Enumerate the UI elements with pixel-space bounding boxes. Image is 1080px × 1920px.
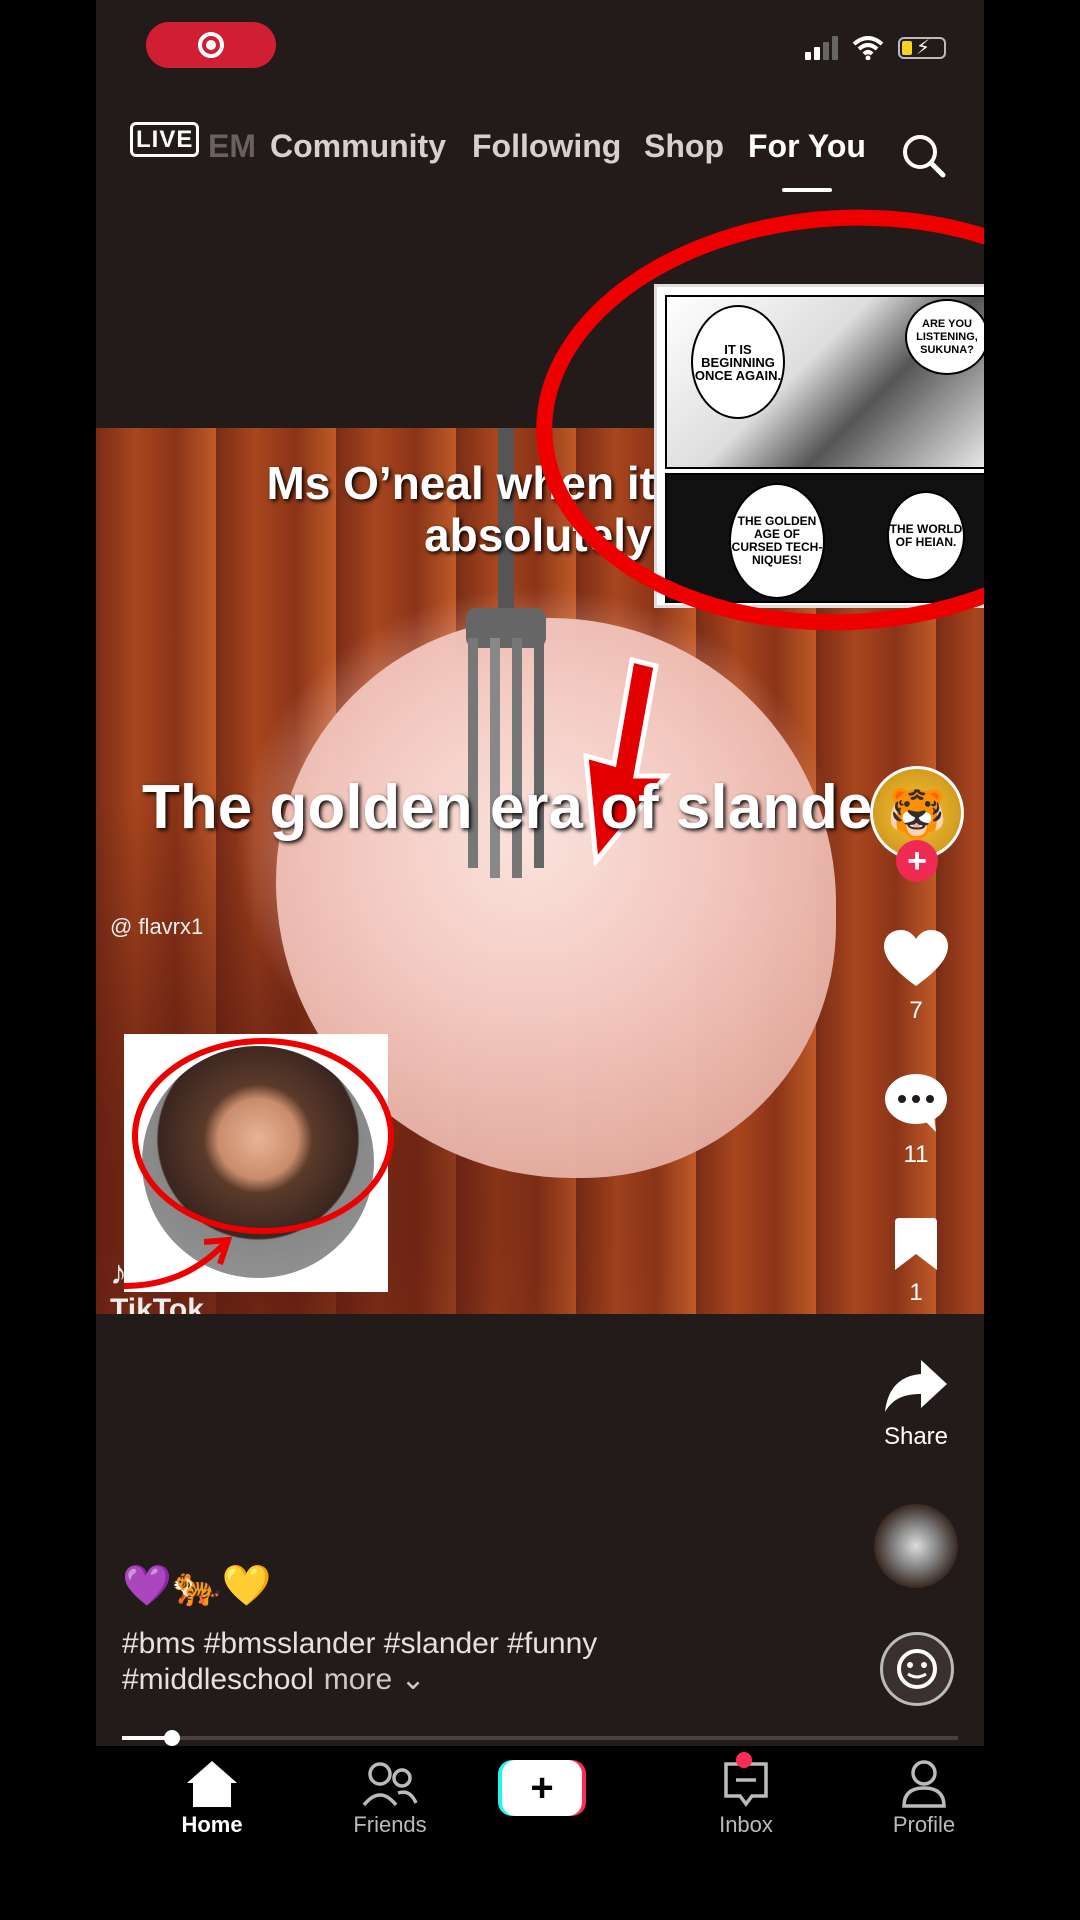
plus-icon: + (502, 1760, 582, 1816)
create-button[interactable]: + (498, 1760, 586, 1816)
red-circle-annotation (132, 1038, 394, 1234)
bottom-nav: Home Friends + Inbox Profile (96, 1746, 984, 1920)
nav-profile[interactable]: Profile (854, 1756, 984, 1838)
tiger-icon: 🐯 (887, 787, 947, 841)
nav-label: Profile (892, 1812, 956, 1837)
home-icon (187, 1761, 237, 1807)
notification-badge (736, 1752, 752, 1768)
live-button[interactable]: LIVE (130, 122, 200, 157)
nav-label: Inbox (719, 1812, 773, 1837)
share-button[interactable]: Share (856, 1360, 976, 1451)
bookmark-count: 1 (909, 1279, 923, 1306)
caption-hashtags[interactable]: #bms #bmsslander #slander #funny #middle… (122, 1626, 762, 1698)
like-button[interactable]: 7 (856, 930, 976, 1025)
tab-for-you[interactable]: For You (748, 128, 866, 165)
comment-icon (885, 1074, 947, 1132)
music-disc[interactable] (874, 1504, 958, 1588)
nav-friends[interactable]: Friends (320, 1756, 460, 1838)
screen-recording-indicator[interactable] (146, 22, 276, 68)
nav-inbox[interactable]: Inbox (676, 1756, 816, 1838)
tab-following[interactable]: Following (472, 128, 621, 165)
watermark-handle: @ flavrx1 (110, 914, 204, 939)
heart-icon (884, 930, 948, 986)
wifi-icon (852, 36, 884, 60)
caption-emojis: 💜🐅💛 (122, 1564, 272, 1608)
top-feed-tabs: LIVE EM Community Following Shop For You (96, 118, 984, 192)
friends-icon (362, 1762, 418, 1807)
share-label: Share (883, 1423, 949, 1450)
battery-icon: ⚡ (898, 37, 946, 59)
follow-button[interactable]: + (896, 840, 938, 882)
tab-shop[interactable]: Shop (644, 128, 724, 165)
active-tab-indicator (782, 188, 832, 192)
nav-home[interactable]: Home (142, 1756, 282, 1838)
progress-track[interactable] (122, 1736, 958, 1740)
tab-community[interactable]: Community (270, 128, 446, 165)
profile-icon (902, 1760, 946, 1808)
live-icon: LIVE (130, 122, 200, 157)
bookmark-button[interactable]: 1 (856, 1218, 976, 1307)
comment-count: 11 (903, 1141, 929, 1168)
nav-label: Home (181, 1812, 243, 1837)
chevron-down-icon: ⌄ (400, 1663, 426, 1696)
more-button[interactable]: more ⌄ (324, 1663, 426, 1696)
red-arrow-icon (124, 1236, 233, 1289)
bookmark-icon (895, 1218, 937, 1270)
progress-handle[interactable] (164, 1730, 180, 1746)
status-icons: ⚡ (805, 36, 946, 60)
comment-button[interactable]: 11 (856, 1072, 976, 1169)
tiktok-screen: ⚡ LIVE EM Community Following Shop For Y… (96, 0, 984, 1920)
like-count: 7 (909, 997, 923, 1024)
teacher-photo-inset (124, 1034, 394, 1292)
smile-icon (897, 1649, 937, 1689)
effect-button[interactable] (880, 1632, 954, 1706)
tab-em[interactable]: EM (208, 128, 256, 165)
signal-icon (805, 36, 838, 60)
search-icon[interactable] (900, 132, 946, 178)
nav-label: Friends (353, 1812, 427, 1837)
red-arrow-icon (583, 656, 672, 868)
share-icon (885, 1360, 947, 1412)
video-main-caption: The golden era of slander (142, 773, 897, 842)
record-icon (198, 32, 224, 58)
